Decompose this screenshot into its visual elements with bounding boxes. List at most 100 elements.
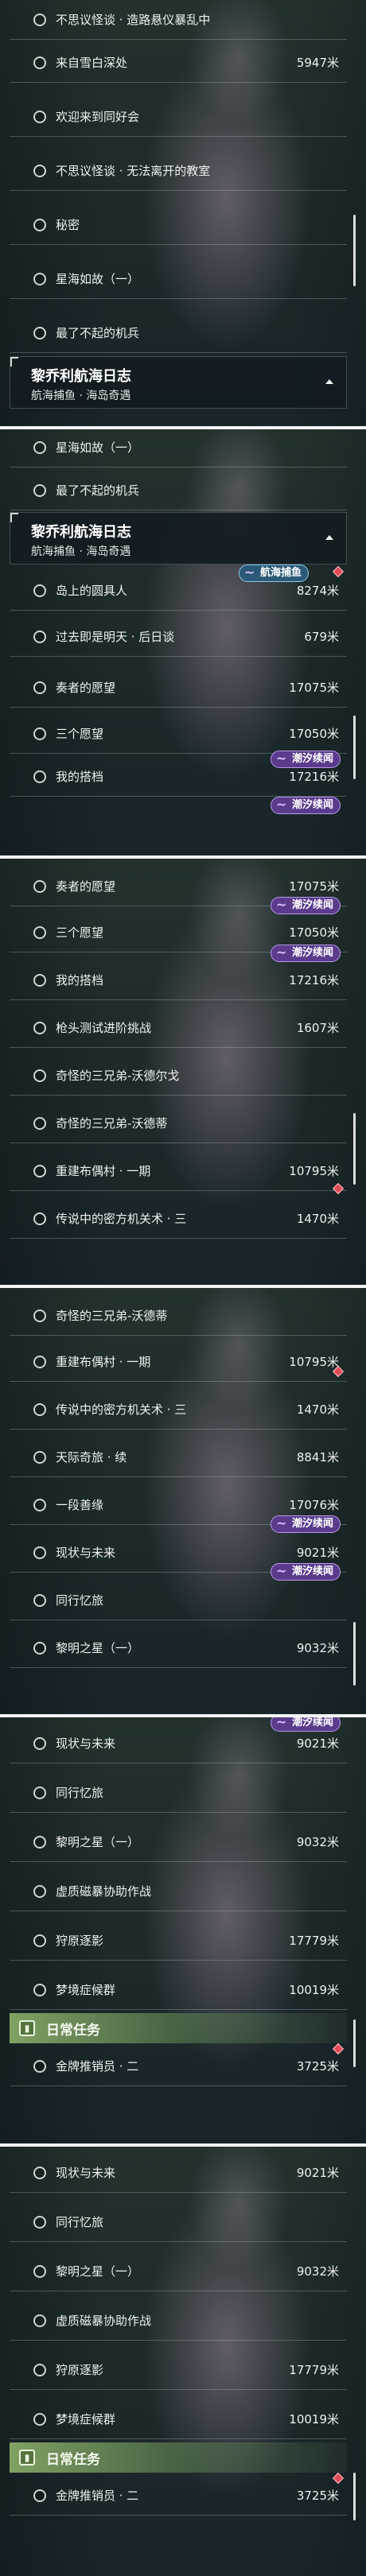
radio-circle-icon[interactable] [33,925,46,939]
quest-distance: 9032米 [296,1641,339,1655]
quest-row[interactable]: 奇怪的三兄弟-沃德蒂 [10,1104,347,1143]
chevron-up-icon[interactable] [325,379,333,384]
radio-circle-icon[interactable] [33,1736,46,1750]
quest-title: 枪头测试进阶挑战 [56,1021,152,1035]
radio-circle-icon[interactable] [33,440,46,454]
quest-row[interactable]: 狩原逐影 17779米 [10,2350,347,2390]
quest-row[interactable]: 虚质磁暴协助作战 [10,2301,347,2341]
quest-row[interactable]: 不思议怪谈 · 造路悬仪暴乱中 [10,0,347,40]
quest-row[interactable]: 重建布偶村 · 一期 10795米 [10,1342,347,1382]
quest-row[interactable]: 狩原逐影 17779米 [10,1921,347,1961]
quest-row[interactable]: 星海如故（一） [10,259,347,299]
radio-circle-icon[interactable] [33,1021,46,1034]
radio-circle-icon[interactable] [33,1593,46,1607]
quest-row[interactable]: 金牌推销员 · 二 3725米 [10,2046,347,2086]
quest-row[interactable]: 秘密 [10,205,347,245]
quest-row[interactable]: 奇怪的三兄弟-沃德蒂 [10,1296,347,1336]
radio-circle-icon[interactable] [33,727,46,740]
radio-circle-icon[interactable] [33,1355,46,1368]
quest-row[interactable]: 黎明之星（一） 9032米 [10,1628,347,1668]
quest-row[interactable]: 金牌推销员 · 二 3725米 [10,2476,347,2516]
scrollbar-thumb[interactable] [353,215,356,286]
chevron-up-icon[interactable] [325,535,333,540]
log-header[interactable]: 黎乔利航海日志 航海捕鱼 · 海岛奇遇 [10,356,347,409]
quest-row[interactable]: 同行忆旅 [10,2202,347,2242]
radio-circle-icon[interactable] [33,2412,46,2426]
radio-circle-icon[interactable] [33,2363,46,2376]
radio-circle-icon[interactable] [33,879,46,893]
log-header-subtitle: 航海捕鱼 · 海岛奇遇 [31,545,131,558]
quest-row[interactable]: 现状与未来 9021米 [10,2153,347,2193]
quest-row[interactable]: 最了不起的机兵 [10,471,347,510]
quest-row[interactable]: 最了不起的机兵 [10,313,347,353]
log-header[interactable]: 黎乔利航海日志 航海捕鱼 · 海岛奇遇 [10,512,347,564]
radio-circle-icon[interactable] [33,56,46,69]
quest-row[interactable]: 星海如故（一） [10,429,347,467]
radio-circle-icon[interactable] [33,272,46,285]
quest-row[interactable]: 传说中的密方机关术 · 三 1470米 [10,1390,347,1430]
quest-row[interactable]: 梦境症候群 10019米 [10,1970,347,2010]
radio-circle-icon[interactable] [33,1498,46,1511]
quest-row[interactable]: 枪头测试进阶挑战 1607米 [10,1008,347,1048]
radio-circle-icon[interactable] [33,2314,46,2327]
radio-circle-icon[interactable] [33,2166,46,2179]
radio-circle-icon[interactable] [33,1116,46,1130]
radio-circle-icon[interactable] [33,1835,46,1849]
quest-distance: 1470米 [296,1402,339,1417]
radio-circle-icon[interactable] [33,1786,46,1799]
radio-circle-icon[interactable] [33,2264,46,2278]
radio-circle-icon[interactable] [33,1402,46,1416]
quest-row[interactable]: 黎明之星（一） 9032米 [10,1822,347,1862]
radio-circle-icon[interactable] [33,1450,46,1464]
radio-circle-icon[interactable] [33,1934,46,1947]
radio-circle-icon[interactable] [33,1546,46,1559]
quest-row[interactable]: 同行忆旅 [10,1773,347,1813]
radio-circle-icon[interactable] [33,1641,46,1655]
daily-task-header[interactable]: ▮ 日常任务 [10,2442,347,2473]
quest-row[interactable]: 来自雪白深处 5947米 [10,43,347,83]
daily-task-header[interactable]: ▮ 日常任务 [10,2013,347,2043]
quest-row[interactable]: 同行忆旅 [10,1581,347,1620]
radio-circle-icon[interactable] [33,13,46,26]
quest-row[interactable]: 奇怪的三兄弟-沃德尔戈 [10,1056,347,1096]
radio-circle-icon[interactable] [33,2215,46,2229]
radio-circle-icon[interactable] [33,1212,46,1225]
radio-circle-icon[interactable] [33,2059,46,2073]
radio-circle-icon[interactable] [33,584,46,597]
quest-row[interactable]: 黎明之星（一） 9032米 [10,2252,347,2291]
radio-circle-icon[interactable] [33,483,46,497]
radio-circle-icon[interactable] [33,630,46,643]
quest-row[interactable]: 奏者的愿望 17075米 [10,668,347,708]
scrollbar-thumb[interactable] [353,2019,356,2067]
quest-row[interactable]: 过去即是明天 · 后日谈 679米 [10,617,347,657]
radio-circle-icon[interactable] [33,326,46,339]
scrollbar-thumb[interactable] [353,2473,356,2520]
radio-circle-icon[interactable] [33,1069,46,1082]
radio-circle-icon[interactable] [33,1309,46,1322]
radio-circle-icon[interactable] [33,164,46,177]
radio-circle-icon[interactable] [33,681,46,694]
quest-row[interactable]: 不思议怪谈 · 无法离开的教室 [10,151,347,191]
radio-circle-icon[interactable] [33,973,46,987]
quest-row[interactable]: 重建布偶村 · 一期 10795米 [10,1151,347,1191]
radio-circle-icon[interactable] [33,110,46,123]
radio-circle-icon[interactable] [33,1164,46,1177]
quest-row[interactable]: 三个愿望 17050米 [10,714,347,754]
radio-circle-icon[interactable] [33,770,46,783]
quest-row[interactable]: 虚质磁暴协助作战 [10,1872,347,1911]
scrollbar-thumb[interactable] [353,716,356,779]
radio-circle-icon[interactable] [33,1884,46,1898]
radio-circle-icon[interactable] [33,218,46,231]
quest-row[interactable]: 我的搭档 17216米 [10,960,347,1000]
radio-circle-icon[interactable] [33,1983,46,1996]
radio-circle-icon[interactable] [33,2489,46,2502]
quest-row[interactable]: 传说中的密方机关术 · 三 1470米 [10,1199,347,1239]
quest-distance: 17779米 [289,2363,339,2377]
quest-row[interactable]: 梦境症候群 10019米 [10,2399,347,2439]
quest-row[interactable]: 天际奇旅 · 续 8841米 [10,1437,347,1477]
quest-title: 虚质磁暴协助作战 [56,1884,152,1899]
scrollbar-thumb[interactable] [353,1622,356,1686]
quest-title: 星海如故（一） [56,440,140,455]
scrollbar-thumb[interactable] [353,1113,356,1185]
quest-row[interactable]: 欢迎来到同好会 [10,97,347,137]
